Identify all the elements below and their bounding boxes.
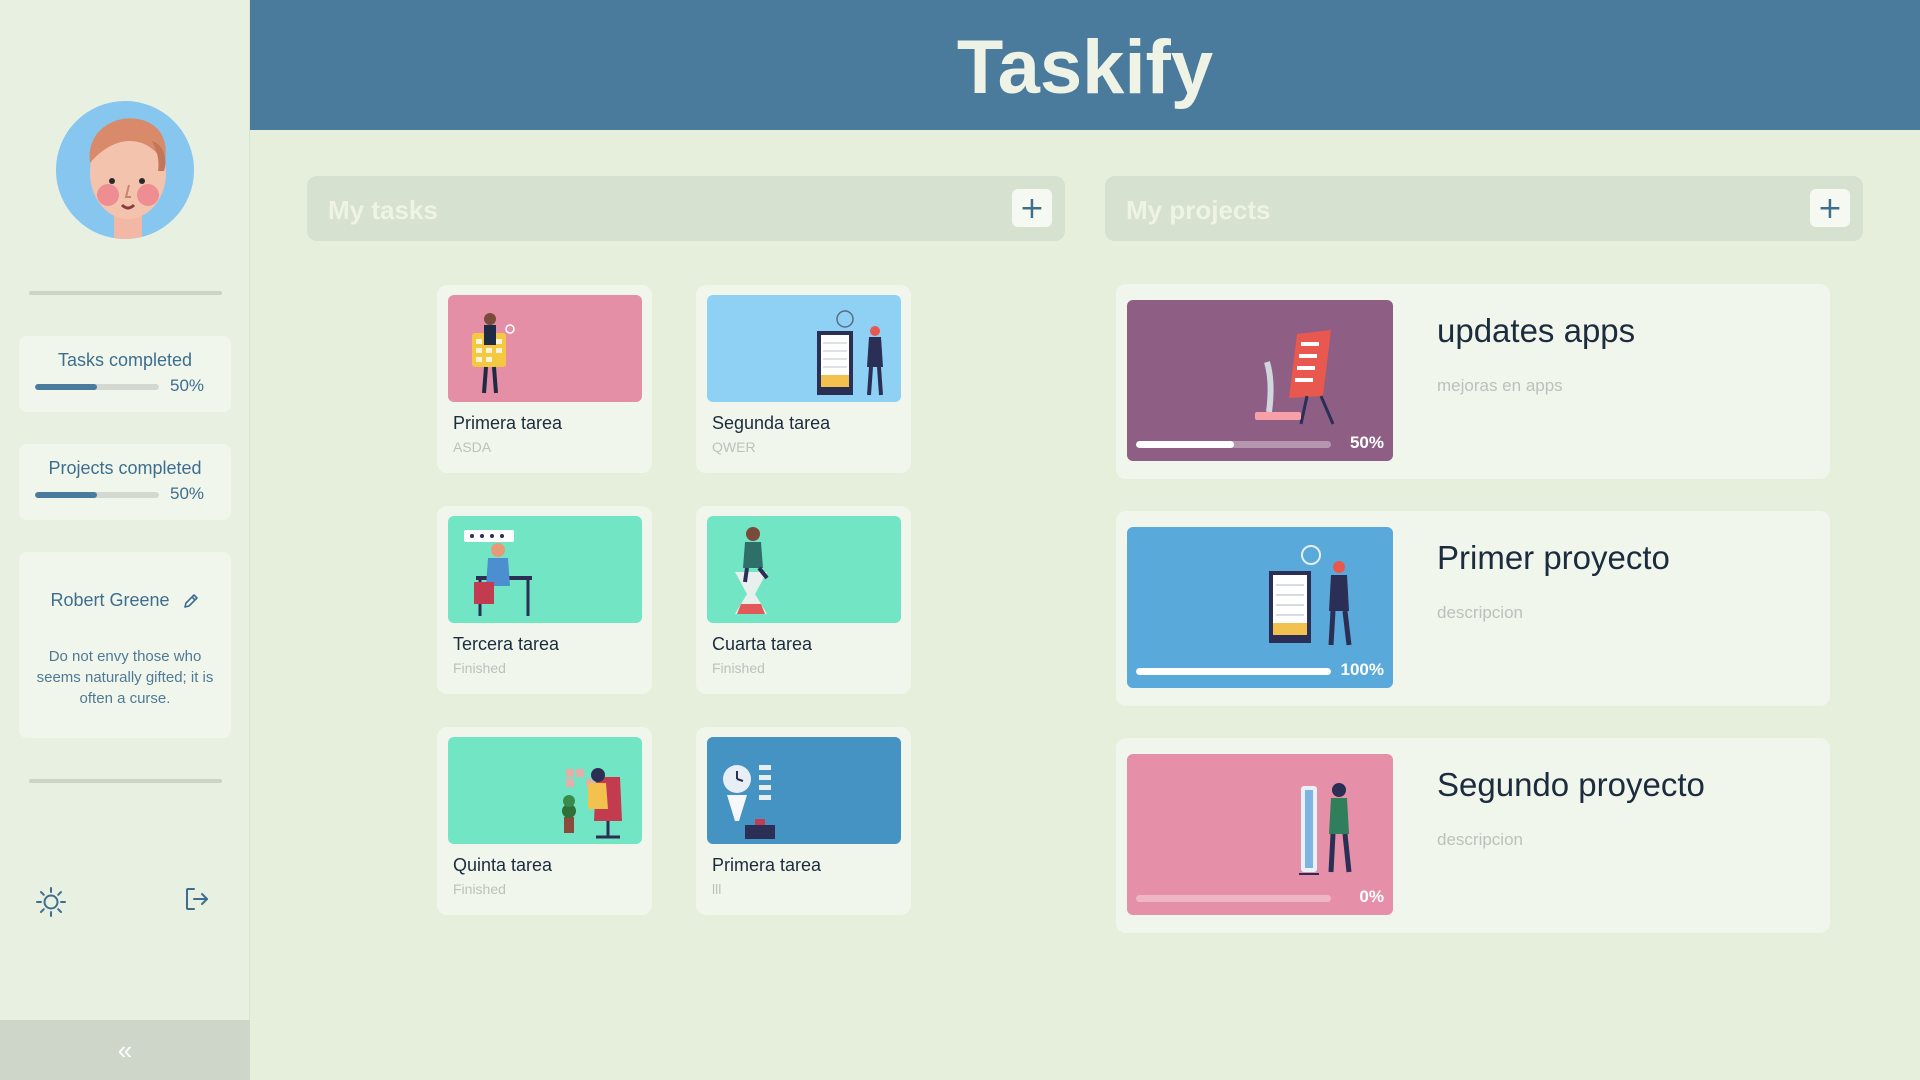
mirror-person-illustration bbox=[1299, 783, 1352, 875]
tasks-completed-card: Tasks completed 50% bbox=[19, 336, 231, 412]
task-card[interactable]: Primera tarea lll bbox=[696, 727, 911, 915]
add-project-button[interactable]: + bbox=[1810, 189, 1850, 227]
project-card[interactable]: 0% Segundo proyecto descripcion bbox=[1116, 738, 1830, 933]
project-description: descripcion bbox=[1437, 603, 1523, 622]
task-image bbox=[448, 516, 642, 623]
clock-hourglass-illustration bbox=[723, 765, 775, 839]
task-card[interactable]: Quinta tarea Finished bbox=[437, 727, 652, 915]
project-image: 0% bbox=[1127, 754, 1393, 915]
projects-completed-label: Projects completed bbox=[48, 458, 202, 478]
project-progress-bar bbox=[1136, 668, 1331, 675]
project-description: mejoras en apps bbox=[1437, 376, 1563, 395]
projects-completed-progress-bar bbox=[35, 492, 159, 498]
project-title: Primer proyecto bbox=[1437, 539, 1670, 576]
tasks-completed-percent: 50% bbox=[170, 376, 205, 395]
task-card[interactable]: Segunda tarea QWER bbox=[696, 285, 911, 473]
profile-card: Robert Greene Do not envy those who seem… bbox=[19, 552, 231, 738]
task-subtitle: Finished bbox=[453, 660, 506, 676]
task-subtitle: ASDA bbox=[453, 439, 492, 455]
add-task-button[interactable]: + bbox=[1012, 189, 1052, 227]
task-card[interactable]: Cuarta tarea Finished bbox=[696, 506, 911, 694]
project-card[interactable]: 50% updates apps mejoras en apps bbox=[1116, 284, 1830, 479]
task-image bbox=[707, 737, 901, 844]
profile-quote: Do not envy those who seems naturally gi… bbox=[36, 648, 214, 707]
tasks-completed-label: Tasks completed bbox=[57, 350, 193, 370]
task-title: Segunda tarea bbox=[712, 413, 831, 433]
project-percent: 100% bbox=[1340, 660, 1384, 679]
profile-name: Robert Greene bbox=[50, 590, 170, 610]
project-title: updates apps bbox=[1437, 312, 1636, 349]
tasks-section-header: My tasks + bbox=[307, 176, 1065, 241]
task-card[interactable]: Tercera tarea Finished bbox=[437, 506, 652, 694]
task-subtitle: lll bbox=[712, 881, 722, 897]
task-title: Tercera tarea bbox=[453, 634, 560, 654]
task-subtitle: Finished bbox=[453, 881, 506, 897]
board-person-illustration bbox=[817, 310, 883, 396]
sidebar-divider bbox=[29, 291, 222, 295]
task-image bbox=[707, 295, 901, 402]
app-header: Taskify bbox=[250, 0, 1920, 130]
edit-pencil-icon[interactable] bbox=[182, 592, 200, 610]
project-progress-bar bbox=[1136, 441, 1331, 448]
projects-completed-percent: 50% bbox=[170, 484, 205, 503]
project-progress-fill bbox=[1136, 441, 1234, 448]
project-title: Segundo proyecto bbox=[1437, 766, 1705, 803]
task-title: Quinta tarea bbox=[453, 855, 553, 875]
projects-completed-progress-fill bbox=[35, 492, 97, 498]
task-title: Primera tarea bbox=[453, 413, 563, 433]
task-subtitle: Finished bbox=[712, 660, 765, 676]
task-image bbox=[448, 295, 642, 402]
sidebar-divider-bottom bbox=[29, 779, 222, 783]
projects-section-title: My projects bbox=[1126, 195, 1271, 225]
profile-name-row: Robert Greene bbox=[19, 590, 231, 611]
task-subtitle: QWER bbox=[712, 439, 756, 455]
task-title: Cuarta tarea bbox=[712, 634, 813, 654]
chevrons-left-icon: « bbox=[117, 1034, 133, 1065]
tasks-completed-progress-fill bbox=[35, 384, 97, 390]
task-title: Primera tarea bbox=[712, 855, 822, 875]
project-percent: 50% bbox=[1349, 433, 1384, 452]
sidebar: Tasks completed 50% Projects completed 5… bbox=[0, 0, 250, 1080]
logout-icon[interactable] bbox=[183, 885, 211, 913]
task-card[interactable]: Primera tarea ASDA bbox=[437, 285, 652, 473]
project-percent: 0% bbox=[1359, 887, 1384, 906]
project-progress-bar bbox=[1136, 895, 1331, 902]
project-image: 50% bbox=[1127, 300, 1393, 461]
hourglass-person-illustration bbox=[735, 527, 769, 614]
project-description: descripcion bbox=[1437, 830, 1523, 849]
calendar-person-illustration bbox=[472, 313, 515, 394]
project-progress-fill bbox=[1136, 668, 1331, 675]
tasks-completed-progress-bar bbox=[35, 384, 159, 390]
projects-section-header: My projects + bbox=[1105, 176, 1863, 241]
sun-theme-toggle-icon[interactable] bbox=[35, 886, 67, 918]
task-image bbox=[448, 737, 642, 844]
avatar[interactable] bbox=[56, 101, 194, 239]
project-image: 100% bbox=[1127, 527, 1393, 688]
project-card[interactable]: 100% Primer proyecto descripcion bbox=[1116, 511, 1830, 706]
tasks-section-title: My tasks bbox=[328, 195, 438, 225]
sidebar-collapse-button[interactable]: « bbox=[0, 1020, 250, 1080]
chair-worker-illustration bbox=[562, 768, 622, 839]
task-image bbox=[707, 516, 901, 623]
app-title: Taskify bbox=[956, 25, 1214, 110]
desk-worker-illustration bbox=[464, 530, 532, 616]
projects-completed-card: Projects completed 50% bbox=[19, 444, 231, 520]
